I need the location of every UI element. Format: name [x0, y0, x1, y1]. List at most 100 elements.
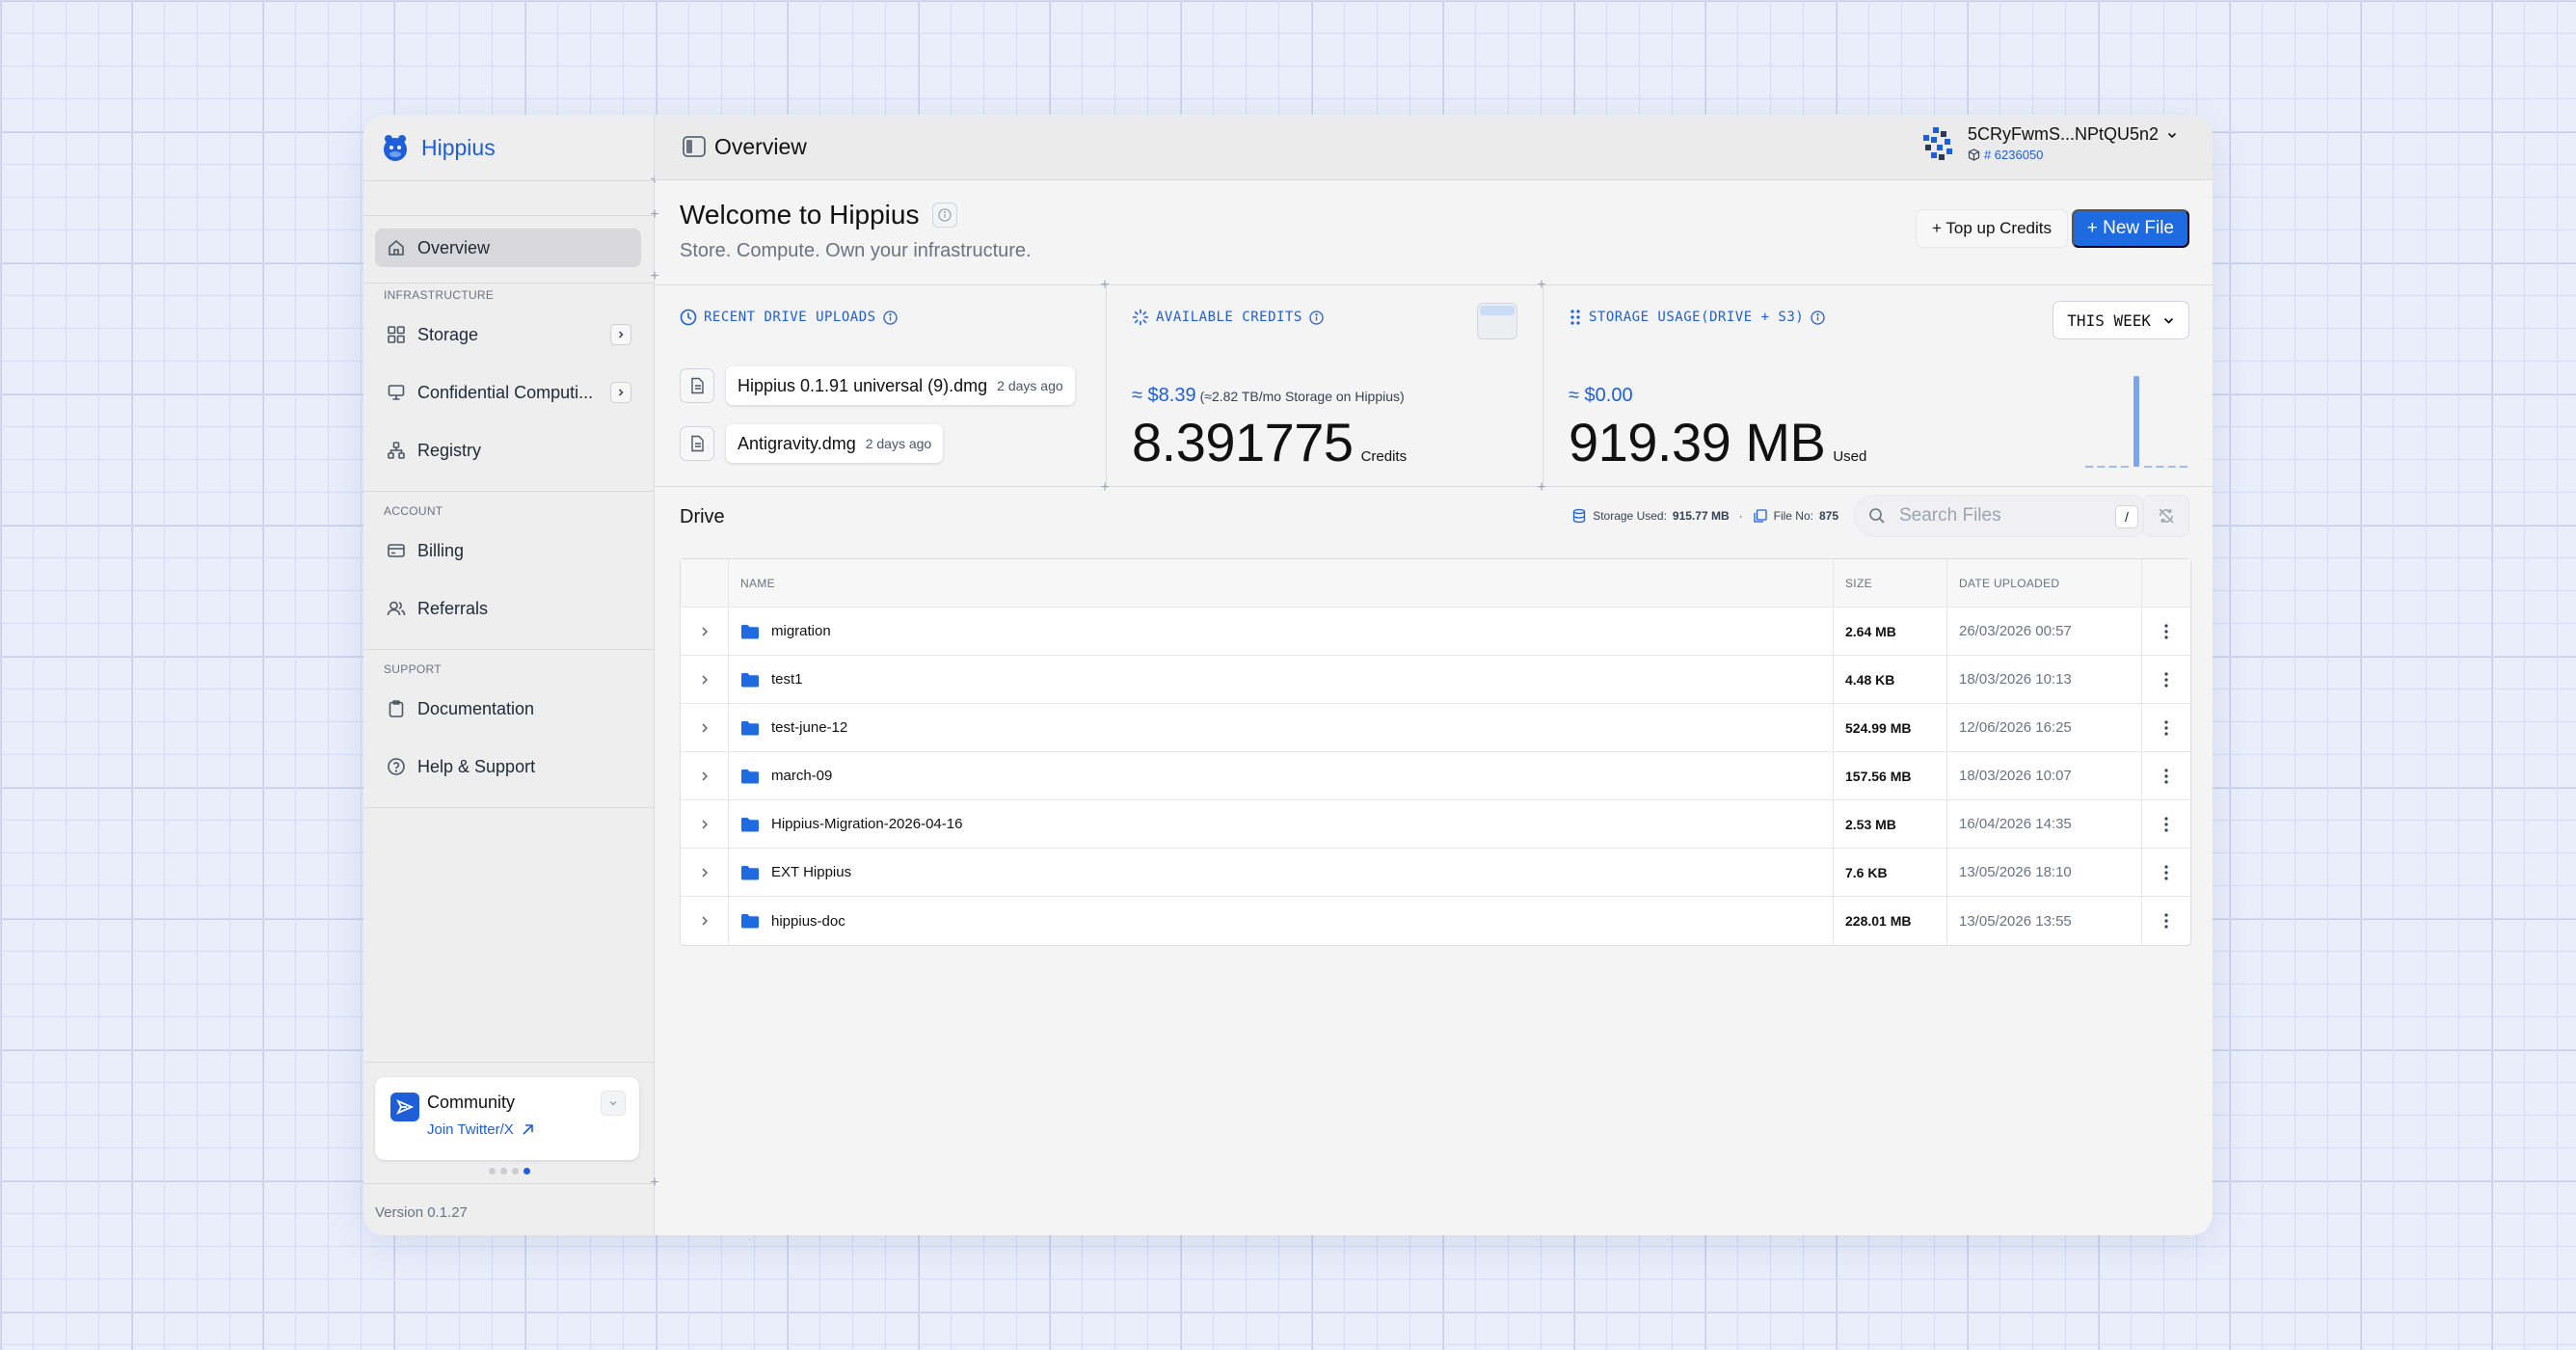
version-label: Version 0.1.27: [375, 1204, 468, 1221]
wallet-address: 5CRyFwmS...NPtQU5n2: [1967, 124, 2159, 144]
brand[interactable]: Hippius: [379, 130, 496, 165]
folder-name[interactable]: test-june-12: [771, 719, 847, 736]
carousel-dot-active[interactable]: [523, 1168, 530, 1174]
sidebar-item-registry[interactable]: Registry: [375, 431, 641, 470]
sidebar-item-documentation[interactable]: Documentation: [375, 689, 641, 728]
community-title: Community: [427, 1093, 516, 1112]
chevron-right-icon[interactable]: [699, 867, 711, 878]
table-row[interactable]: Hippius-Migration-2026-04-16 2.53 MB 16/…: [681, 800, 2190, 849]
sidebar-item-confidential-computing[interactable]: Confidential Computi...: [375, 373, 641, 412]
storage-usage-card: STORAGE USAGE(DRIVE + S3) THIS WEEK ≈ $0…: [1543, 285, 2213, 486]
column-header-name[interactable]: NAME: [740, 577, 775, 590]
new-file-button[interactable]: + New File: [2071, 209, 2189, 248]
join-twitter-link[interactable]: Join Twitter/X: [427, 1121, 534, 1138]
search-bar: /: [1854, 495, 2151, 537]
folder-name[interactable]: hippius-doc: [771, 913, 845, 930]
divider: [363, 215, 655, 216]
top-up-credits-button[interactable]: + Top up Credits: [1916, 209, 2068, 248]
sidebar-item-referrals[interactable]: Referrals: [375, 589, 641, 628]
refresh-off-icon: [2159, 508, 2174, 524]
sidebar: Hippius + + + Overview INFRASTRUCTURE St…: [363, 115, 659, 1235]
time-range-label: THIS WEEK: [2067, 310, 2151, 330]
table-body: migration 2.64 MB 26/03/2026 00:57 test1…: [681, 608, 2190, 945]
chevron-right-icon[interactable]: [610, 324, 631, 345]
folder-name[interactable]: march-09: [771, 768, 832, 784]
more-vertical-icon[interactable]: [2163, 768, 2169, 785]
file-icon: [680, 426, 714, 461]
chevron-right-icon[interactable]: [699, 915, 711, 927]
time-range-select[interactable]: THIS WEEK: [2053, 301, 2189, 339]
divider: [363, 1062, 655, 1063]
sidebar-item-help-support[interactable]: Help & Support: [375, 747, 641, 786]
sidebar-item-storage[interactable]: Storage: [375, 315, 641, 354]
more-vertical-icon[interactable]: [2163, 671, 2169, 688]
column-header-size[interactable]: SIZE: [1845, 577, 1872, 590]
chevron-right-icon[interactable]: [610, 382, 631, 403]
date-uploaded: 13/05/2026 13:55: [1959, 912, 2072, 930]
stats-cards: + + + + RECENT DRIVE UPLOADS Hippius 0.1…: [655, 278, 2213, 496]
more-vertical-icon[interactable]: [2163, 864, 2169, 881]
more-vertical-icon[interactable]: [2163, 912, 2169, 930]
chevron-right-icon[interactable]: [699, 819, 711, 830]
table-row[interactable]: migration 2.64 MB 26/03/2026 00:57: [681, 608, 2190, 656]
welcome-title: Welcome to Hippius: [680, 200, 920, 230]
usage-usd: ≈ $0.00: [1569, 385, 1633, 407]
carousel-dot[interactable]: [499, 1168, 507, 1174]
column-header-date[interactable]: DATE UPLOADED: [1959, 577, 2059, 590]
collapse-button[interactable]: [601, 1091, 626, 1116]
file-count-label: File No:: [1773, 509, 1813, 523]
info-icon[interactable]: [932, 202, 958, 228]
credits-usd-value: ≈ $8.39: [1132, 385, 1196, 406]
chevron-right-icon[interactable]: [699, 722, 711, 734]
credits-header: AVAILABLE CREDITS: [1132, 309, 1324, 326]
sidebar-toggle-icon[interactable]: [682, 134, 707, 159]
chevron-right-icon[interactable]: [699, 626, 711, 637]
recent-upload-item[interactable]: Antigravity.dmg 2 days ago: [680, 424, 944, 463]
search-input[interactable]: [1897, 504, 2100, 527]
folder-name[interactable]: Hippius-Migration-2026-04-16: [771, 816, 962, 832]
table-row[interactable]: test1 4.48 KB 18/03/2026 10:13: [681, 656, 2190, 704]
sidebar-item-overview[interactable]: Overview: [375, 229, 641, 267]
home-icon: [387, 238, 406, 257]
carousel-dot[interactable]: [511, 1168, 519, 1174]
account-menu[interactable]: 5CRyFwmS...NPtQU5n2 # 6236050: [1919, 124, 2178, 162]
info-icon[interactable]: [1309, 310, 1324, 325]
table-row[interactable]: test-june-12 524.99 MB 12/06/2026 16:25: [681, 704, 2190, 752]
table-row[interactable]: march-09 157.56 MB 18/03/2026 10:07: [681, 752, 2190, 800]
more-vertical-icon[interactable]: [2163, 816, 2169, 833]
sidebar-item-label: Referrals: [417, 598, 489, 618]
help-circle-icon: [387, 757, 406, 776]
folder-name[interactable]: migration: [771, 623, 831, 639]
folder-name[interactable]: test1: [771, 671, 803, 688]
divider: [363, 283, 655, 284]
available-credits-card: AVAILABLE CREDITS ≈ $8.39 (≈2.82 TB/mo S…: [1106, 285, 1543, 486]
info-icon[interactable]: [882, 310, 898, 325]
drive-stats: Storage Used: 915.77 MB · File No: 875: [1571, 508, 1838, 524]
credits-amount: 8.391775 Credits: [1132, 411, 1407, 473]
top-bar: Overview 5CRyFwmS...NPtQU5n2 # 6236050: [655, 115, 2213, 180]
carousel-dot[interactable]: [488, 1168, 496, 1174]
stats-separator: ·: [1738, 509, 1743, 523]
main-content: Welcome to Hippius Store. Compute. Own y…: [655, 180, 2213, 1235]
more-vertical-icon[interactable]: [2163, 623, 2169, 640]
divider: [363, 1183, 655, 1184]
chevron-right-icon[interactable]: [699, 770, 711, 782]
recent-upload-item[interactable]: Hippius 0.1.91 universal (9).dmg 2 days …: [680, 366, 1075, 405]
folder-name[interactable]: EXT Hippius: [771, 864, 851, 880]
sync-button[interactable]: [2143, 495, 2189, 537]
view-toggle-button[interactable]: [1477, 303, 1517, 339]
usage-sparkline: [2085, 376, 2187, 468]
file-size: 228.01 MB: [1845, 913, 1912, 929]
more-vertical-icon[interactable]: [2163, 719, 2169, 737]
chevron-right-icon[interactable]: [699, 674, 711, 686]
date-uploaded: 18/03/2026 10:07: [1959, 768, 2072, 784]
drag-handle-icon: [1569, 309, 1582, 326]
table-header: NAME SIZE DATE UPLOADED: [681, 559, 2190, 608]
usage-bar: [2133, 376, 2139, 467]
table-row[interactable]: EXT Hippius 7.6 KB 13/05/2026 18:10: [681, 849, 2190, 897]
sidebar-item-billing[interactable]: Billing: [375, 531, 641, 570]
page-title: Overview: [714, 134, 807, 159]
sidebar-item-label: Storage: [417, 324, 479, 344]
info-icon[interactable]: [1811, 310, 1825, 325]
table-row[interactable]: hippius-doc 228.01 MB 13/05/2026 13:55: [681, 897, 2190, 945]
